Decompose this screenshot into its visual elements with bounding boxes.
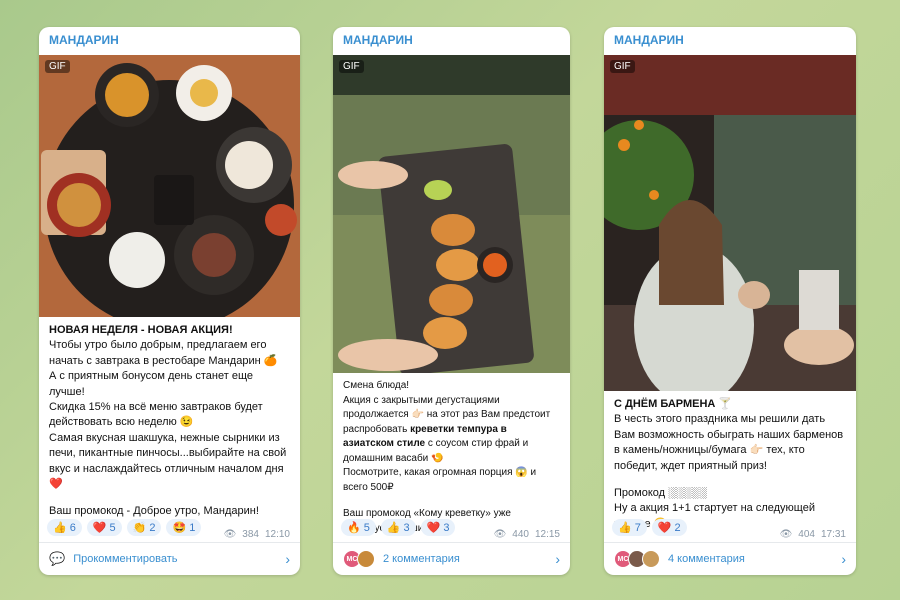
reaction-fire[interactable]: 🔥 5 — [341, 519, 376, 536]
view-count: 404 — [798, 529, 815, 540]
gif-badge: GIF — [339, 60, 364, 73]
channel-name[interactable]: МАНДАРИН — [604, 27, 856, 51]
post-time: 12:15 — [534, 529, 560, 540]
post-paragraph: Посмотрите, какая огромная порция 😱 и вс… — [343, 467, 537, 493]
comment-footer[interactable]: МС 2 комментария › — [333, 542, 570, 575]
comments-link[interactable]: 2 комментария — [383, 553, 460, 565]
post-media-gif[interactable]: GIF — [604, 55, 856, 391]
view-count: 384 — [242, 529, 259, 540]
reaction-count: 3 — [443, 521, 450, 534]
post-promo-code: Промокод ░░░░░ — [614, 487, 708, 500]
post-headline: С ДНЁМ БАРМЕНА 🍸 — [614, 398, 733, 410]
chevron-right-icon: › — [841, 551, 846, 567]
post-card-bartender[interactable]: МАНДАРИН GIF С ДНЁМ БАРМЕНА 🍸 В честь эт… — [604, 27, 856, 575]
reaction-count: 2 — [149, 521, 156, 534]
eye-icon: 👁 — [223, 529, 237, 540]
heart-icon: ❤️ — [426, 522, 441, 534]
reaction-heart[interactable]: ❤️ 5 — [86, 519, 122, 536]
post-media-gif[interactable]: GIF — [333, 55, 570, 373]
clap-icon: 👏 — [132, 522, 147, 534]
reaction-count: 2 — [674, 521, 681, 534]
post-paragraph: Акция с закрытыми дегустациями продолжае… — [343, 394, 560, 467]
chevron-right-icon: › — [285, 551, 290, 567]
reactions-bar: 🔥 5 👍 3 ❤️ 3 — [341, 519, 456, 536]
gif-badge: GIF — [610, 60, 635, 73]
post-meta: 👁 384 12:10 — [224, 529, 290, 540]
reaction-clap[interactable]: 👏 2 — [126, 519, 162, 536]
bartender-game-image — [604, 55, 856, 391]
reactions-bar: 👍 7 ❤️ 2 — [612, 519, 687, 536]
shrimp-plate-image — [333, 55, 570, 373]
post-headline: НОВАЯ НЕДЕЛЯ - НОВАЯ АКЦИЯ! — [49, 324, 233, 336]
channel-name[interactable]: МАНДАРИН — [333, 27, 570, 51]
reaction-count: 5 — [363, 521, 370, 534]
reaction-count: 3 — [403, 521, 410, 534]
post-text: НОВАЯ НЕДЕЛЯ - НОВАЯ АКЦИЯ! Чтобы утро б… — [39, 317, 300, 520]
thumbs-up-icon: 👍 — [386, 522, 401, 534]
post-paragraph: Самая вкусная шакшука, нежные сырники из… — [49, 431, 287, 491]
comment-link[interactable]: Прокомментировать — [73, 553, 177, 565]
post-text: Смена блюда! Акция с закрытыми дегустаци… — [333, 373, 570, 536]
post-card-shrimp[interactable]: МАНДАРИН GIF Смена блюда! Акция с закрыт… — [333, 27, 570, 575]
reaction-count: 6 — [69, 521, 76, 534]
post-meta: 👁 440 12:15 — [494, 529, 560, 540]
post-card-breakfast[interactable]: МАНДАРИН GIF НОВАЯ НЕДЕЛЯ - НОВАЯ АКЦИЯ!… — [39, 27, 300, 575]
thumbs-up-icon: 👍 — [53, 522, 67, 534]
reaction-count: 1 — [189, 521, 196, 534]
reaction-thumbs-up[interactable]: 👍 3 — [380, 519, 416, 536]
post-media-gif[interactable]: GIF — [39, 55, 300, 317]
view-count: 440 — [512, 529, 529, 540]
fire-icon: 🔥 — [347, 522, 361, 534]
avatar — [642, 550, 660, 568]
gif-badge: GIF — [45, 60, 70, 73]
comments-link[interactable]: 4 комментария — [668, 553, 745, 565]
eye-icon: 👁 — [779, 529, 793, 540]
comment-icon: 💬 — [49, 551, 66, 566]
post-paragraph: Скидка 15% на всё меню завтраков будет д… — [49, 401, 263, 429]
post-paragraph: А с приятным бонусом день станет еще луч… — [49, 370, 254, 398]
post-paragraph: В честь этого праздника мы решили дать В… — [614, 413, 844, 472]
reaction-count: 7 — [634, 521, 641, 534]
reaction-heart[interactable]: ❤️ 2 — [651, 519, 687, 536]
chevron-right-icon: › — [555, 551, 560, 567]
post-promo-line: Ваш промокод - Доброе утро, Мандарин! — [49, 505, 259, 518]
avatar — [357, 550, 375, 568]
post-meta: 👁 404 17:31 — [780, 529, 846, 540]
post-time: 17:31 — [820, 529, 846, 540]
heart-icon: ❤️ — [657, 522, 672, 534]
comment-footer[interactable]: 💬 Прокомментировать › — [39, 542, 300, 575]
heart-icon: ❤️ — [92, 522, 107, 534]
post-paragraph: Чтобы утро было добрым, предлагаем его н… — [49, 339, 278, 367]
breakfast-table-image — [39, 55, 300, 317]
thumbs-up-icon: 👍 — [618, 522, 632, 534]
eye-icon: 👁 — [493, 529, 507, 540]
reactions-bar: 👍 6 ❤️ 5 👏 2 🤩 1 — [47, 519, 202, 536]
post-text: С ДНЁМ БАРМЕНА 🍸 В честь этого праздника… — [604, 391, 856, 532]
channel-name[interactable]: МАНДАРИН — [39, 27, 300, 51]
post-time: 12:10 — [264, 529, 290, 540]
reaction-heart[interactable]: ❤️ 3 — [420, 519, 456, 536]
reaction-count: 5 — [109, 521, 116, 534]
post-paragraph: Смена блюда! — [343, 380, 410, 391]
reaction-star-struck[interactable]: 🤩 1 — [166, 519, 202, 536]
reaction-thumbs-up[interactable]: 👍 6 — [47, 519, 82, 536]
star-struck-icon: 🤩 — [172, 522, 187, 534]
comment-footer[interactable]: МС 4 комментария › — [604, 542, 856, 575]
reaction-thumbs-up[interactable]: 👍 7 — [612, 519, 647, 536]
